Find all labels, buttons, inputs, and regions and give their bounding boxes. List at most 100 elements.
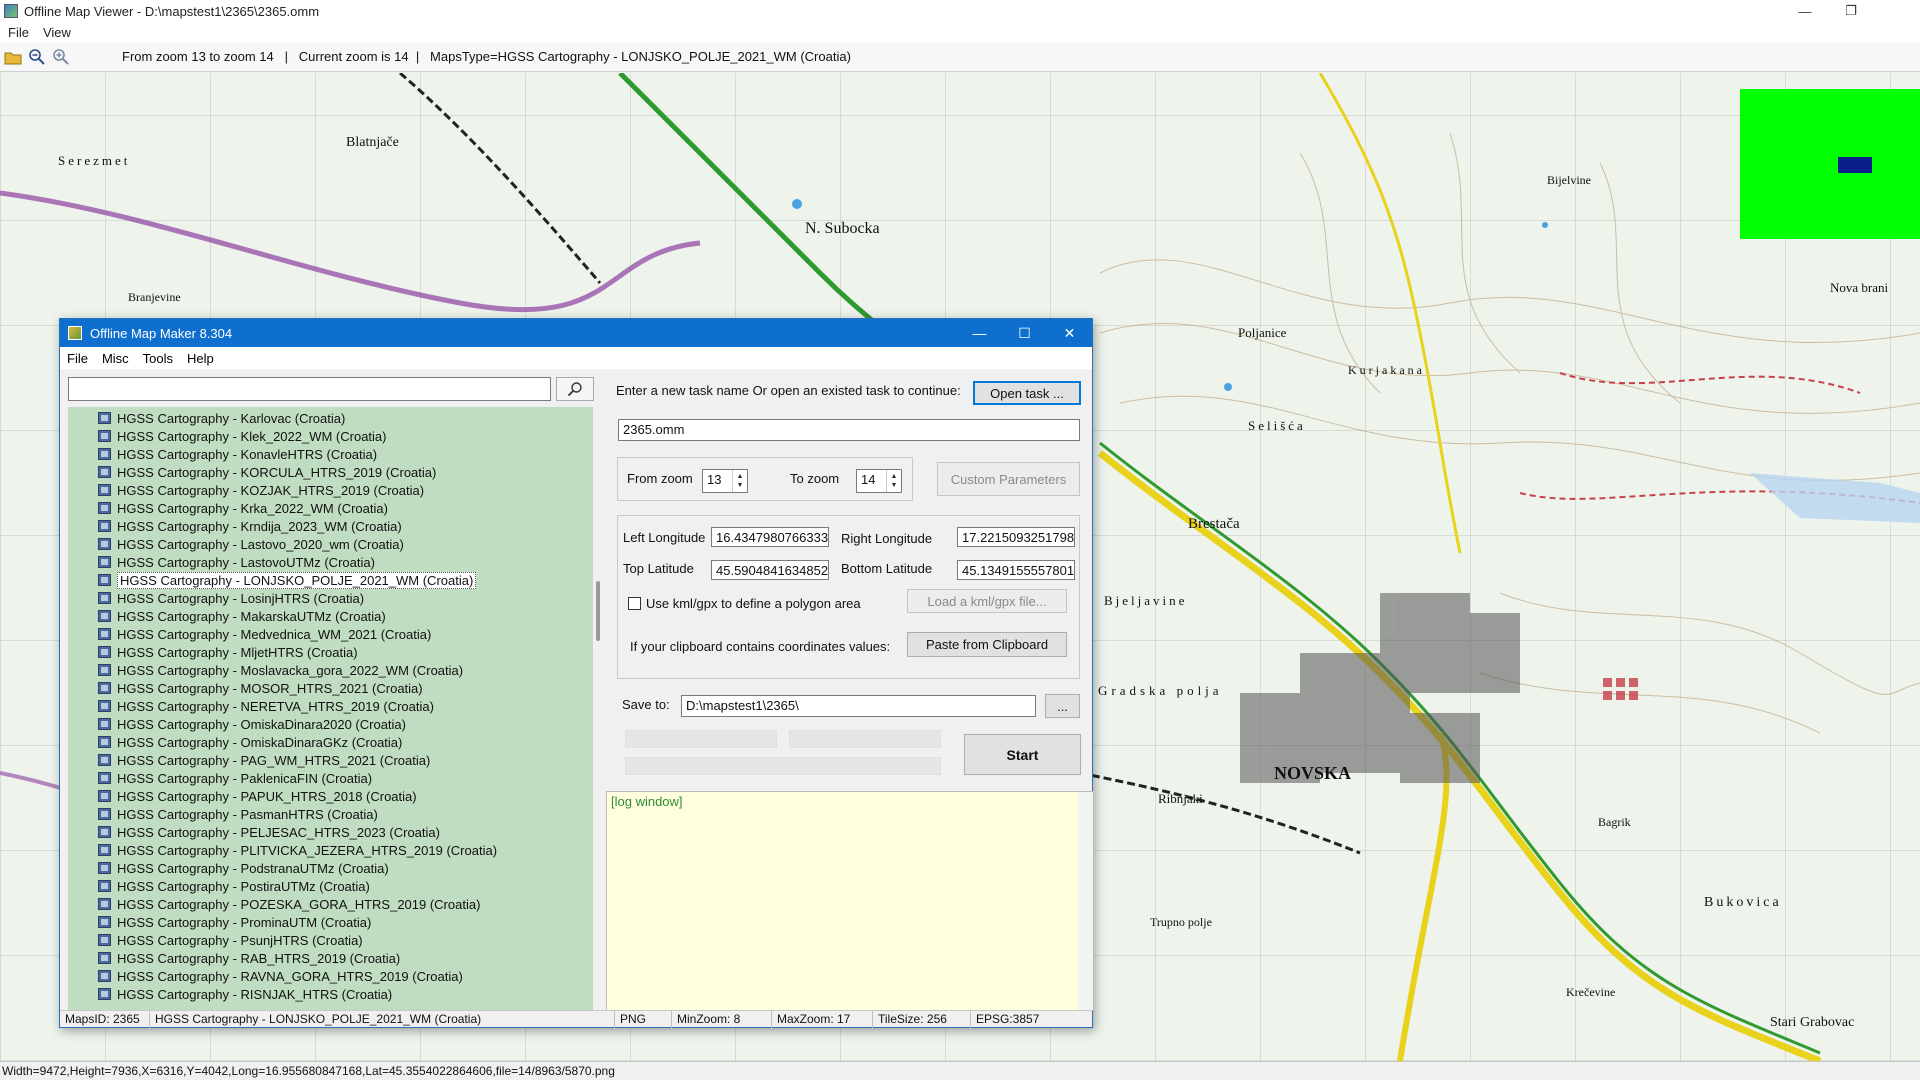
zoom-in-icon[interactable]: [50, 46, 72, 68]
kml-polygon-checkbox[interactable]: [628, 597, 641, 610]
list-item[interactable]: HGSS Cartography - Moslavacka_gora_2022_…: [98, 661, 463, 679]
start-button[interactable]: Start: [964, 734, 1081, 775]
list-item[interactable]: HGSS Cartography - OmiskaDinaraGKz (Croa…: [98, 733, 402, 751]
paste-clipboard-button[interactable]: Paste from Clipboard: [907, 632, 1067, 657]
dialog-minimize-button[interactable]: —: [957, 319, 1002, 347]
status-min-zoom: MinZoom: 8: [677, 1012, 741, 1026]
list-item-label: HGSS Cartography - POZESKA_GORA_HTRS_201…: [117, 896, 481, 912]
list-item[interactable]: HGSS Cartography - KORCULA_HTRS_2019 (Cr…: [98, 463, 436, 481]
list-item[interactable]: HGSS Cartography - RAVNA_GORA_HTRS_2019 …: [98, 967, 463, 985]
overview-minimap[interactable]: [1740, 89, 1920, 239]
right-longitude-input[interactable]: 17.2215093251798: [957, 527, 1075, 547]
map-place-label: Brestača: [1188, 516, 1240, 532]
search-button[interactable]: [556, 377, 594, 401]
list-item[interactable]: HGSS Cartography - RAB_HTRS_2019 (Croati…: [98, 949, 400, 967]
dialog-menu-file[interactable]: File: [67, 351, 88, 366]
save-to-input[interactable]: D:\mapstest1\2365\: [681, 695, 1036, 717]
bottom-latitude-input[interactable]: 45.1349155557801: [957, 560, 1075, 580]
list-item[interactable]: HGSS Cartography - KOZJAK_HTRS_2019 (Cro…: [98, 481, 424, 499]
from-zoom-spinner[interactable]: ▲ ▼: [732, 470, 747, 492]
maximize-button[interactable]: ❐: [1828, 0, 1874, 22]
list-item[interactable]: HGSS Cartography - POZESKA_GORA_HTRS_201…: [98, 895, 480, 913]
list-item[interactable]: HGSS Cartography - LONJSKO_POLJE_2021_WM…: [98, 571, 477, 589]
maps-type-list[interactable]: HGSS Cartography - Karlovac (Croatia) HGS…: [68, 407, 606, 1011]
dialog-menu-misc[interactable]: Misc: [102, 351, 129, 366]
left-longitude-input[interactable]: 16.4347980766333: [711, 527, 829, 547]
main-toolbar: From zoom 13 to zoom 14 | Current zoom i…: [0, 42, 1920, 72]
open-task-button[interactable]: Open task ...: [973, 381, 1081, 405]
app-icon: [4, 4, 18, 18]
map-layer-icon: [98, 628, 111, 640]
map-layer-icon: [98, 880, 111, 892]
list-item[interactable]: HGSS Cartography - Klek_2022_WM (Croatia…: [98, 427, 387, 445]
list-item[interactable]: HGSS Cartography - PLITVICKA_JEZERA_HTRS…: [98, 841, 497, 859]
log-window[interactable]: [log window]: [606, 791, 1094, 1011]
list-item[interactable]: HGSS Cartography - PELJESAC_HTRS_2023 (C…: [98, 823, 440, 841]
list-item[interactable]: HGSS Cartography - LosinjHTRS (Croatia): [98, 589, 364, 607]
map-search-input[interactable]: [68, 377, 551, 401]
map-layer-icon: [98, 898, 111, 910]
open-folder-icon[interactable]: [2, 46, 24, 68]
list-scrollbar[interactable]: [593, 407, 606, 1011]
status-max-zoom: MaxZoom: 17: [777, 1012, 851, 1026]
list-item[interactable]: HGSS Cartography - PodstranaUTMz (Croati…: [98, 859, 389, 877]
log-text: [log window]: [611, 794, 683, 809]
list-item[interactable]: HGSS Cartography - RISNJAK_HTRS (Croatia…: [98, 985, 392, 1003]
minimap-viewport[interactable]: [1838, 157, 1872, 173]
map-place-label: Poljanice: [1238, 325, 1287, 340]
list-item[interactable]: HGSS Cartography - PasmanHTRS (Croatia): [98, 805, 378, 823]
list-item[interactable]: HGSS Cartography - KonavleHTRS (Croatia): [98, 445, 377, 463]
list-item[interactable]: HGSS Cartography - Karlovac (Croatia): [98, 409, 345, 427]
list-item[interactable]: HGSS Cartography - PAPUK_HTRS_2018 (Croa…: [98, 787, 417, 805]
map-place-label: Gradska polja: [1098, 683, 1223, 698]
list-item-label: HGSS Cartography - Krndija_2023_WM (Croa…: [117, 518, 402, 534]
map-layer-icon: [98, 952, 111, 964]
map-layer-icon: [98, 646, 111, 658]
search-icon: [567, 382, 582, 397]
menu-file[interactable]: File: [8, 25, 29, 40]
map-layer-icon: [98, 520, 111, 532]
list-item[interactable]: HGSS Cartography - OmiskaDinara2020 (Cro…: [98, 715, 406, 733]
browse-button[interactable]: ...: [1045, 694, 1080, 718]
list-item[interactable]: HGSS Cartography - Lastovo_2020_wm (Croa…: [98, 535, 404, 553]
list-item-label: HGSS Cartography - ProminaUTM (Croatia): [117, 914, 372, 930]
to-zoom-spinner[interactable]: ▲ ▼: [886, 470, 901, 492]
to-zoom-label: To zoom: [790, 471, 840, 486]
map-layer-icon: [98, 916, 111, 928]
list-item[interactable]: HGSS Cartography - MakarskaUTMz (Croatia…: [98, 607, 386, 625]
minimize-button[interactable]: —: [1782, 0, 1828, 22]
custom-parameters-button[interactable]: Custom Parameters: [937, 462, 1080, 496]
window-titlebar: Offline Map Viewer - D:\mapstest1\2365\2…: [0, 0, 1920, 22]
list-item[interactable]: HGSS Cartography - PsunjHTRS (Croatia): [98, 931, 363, 949]
list-item-label: HGSS Cartography - KonavleHTRS (Croatia): [117, 446, 378, 462]
list-item[interactable]: HGSS Cartography - MOSOR_HTRS_2021 (Croa…: [98, 679, 423, 697]
status-tile-size: TileSize: 256: [878, 1012, 947, 1026]
list-item[interactable]: HGSS Cartography - MljetHTRS (Croatia): [98, 643, 358, 661]
dialog-close-button[interactable]: ✕: [1047, 319, 1092, 347]
top-latitude-input[interactable]: 45.5904841634852: [711, 560, 829, 580]
status-maps-id: MapsID: 2365: [65, 1012, 140, 1026]
list-item[interactable]: HGSS Cartography - Krka_2022_WM (Croatia…: [98, 499, 388, 517]
dialog-menu-help[interactable]: Help: [187, 351, 214, 366]
clipboard-prompt: If your clipboard contains coordinates v…: [630, 639, 891, 654]
zoom-out-icon[interactable]: [26, 46, 48, 68]
list-item[interactable]: HGSS Cartography - Medvednica_WM_2021 (C…: [98, 625, 431, 643]
menu-view[interactable]: View: [43, 25, 71, 40]
close-button[interactable]: [1874, 0, 1920, 22]
list-item[interactable]: HGSS Cartography - ProminaUTM (Croatia): [98, 913, 371, 931]
list-item[interactable]: HGSS Cartography - PAG_WM_HTRS_2021 (Cro…: [98, 751, 430, 769]
task-name-input[interactable]: 2365.omm: [618, 419, 1080, 441]
list-item[interactable]: HGSS Cartography - LastovoUTMz (Croatia): [98, 553, 375, 571]
list-item[interactable]: HGSS Cartography - Krndija_2023_WM (Croa…: [98, 517, 402, 535]
dialog-menu-tools[interactable]: Tools: [143, 351, 173, 366]
list-item[interactable]: HGSS Cartography - PaklenicaFIN (Croatia…: [98, 769, 372, 787]
log-scrollbar[interactable]: [1078, 792, 1093, 1010]
map-layer-icon: [98, 754, 111, 766]
load-kml-button[interactable]: Load a kml/gpx file...: [907, 589, 1067, 613]
dialog-maximize-button[interactable]: ☐: [1002, 319, 1047, 347]
list-item[interactable]: HGSS Cartography - NERETVA_HTRS_2019 (Cr…: [98, 697, 434, 715]
list-item[interactable]: HGSS Cartography - PostiraUTMz (Croatia): [98, 877, 370, 895]
map-layer-icon: [98, 430, 111, 442]
map-layer-icon: [98, 808, 111, 820]
list-item-label: HGSS Cartography - Medvednica_WM_2021 (C…: [117, 626, 432, 642]
